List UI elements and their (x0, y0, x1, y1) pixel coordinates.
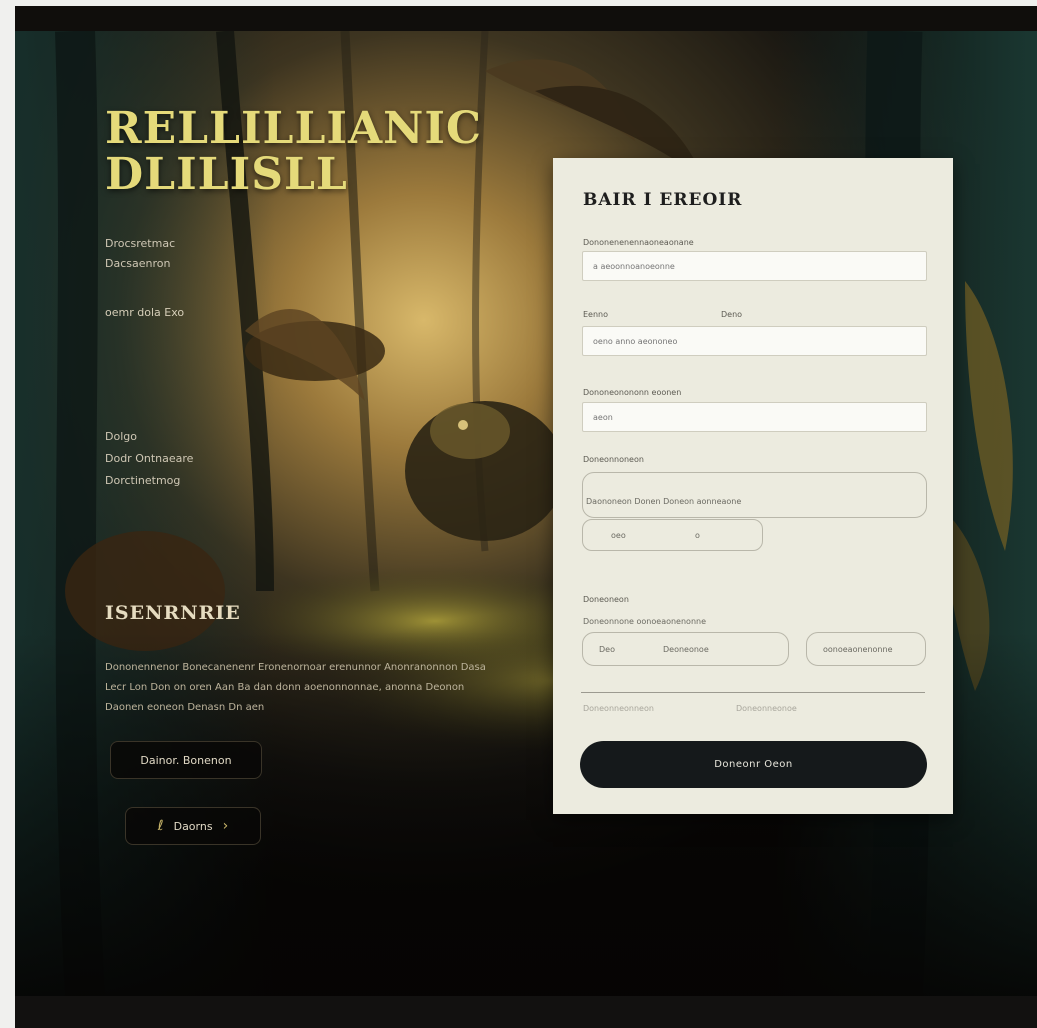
hero-subtitle: Drocsretmac Dacsaenron (105, 234, 265, 274)
field5-input-pill[interactable]: Deo Deoneonoe (582, 632, 789, 666)
field2-label-right: Deno (721, 310, 743, 319)
form-title: BAIR I EREOIR (583, 190, 743, 210)
form-divider (581, 692, 925, 693)
field4-textarea[interactable] (582, 472, 927, 518)
section-body: Dononennenor Bonecanenenr Eronenornoar e… (105, 662, 486, 713)
arrow-icon: › (222, 818, 229, 834)
section-title: ISENRNRIE (105, 602, 241, 624)
hero-title: RELLILLIANIC DLILISLL (105, 106, 482, 198)
field1-label: Dononenenennaoneaonane (583, 238, 694, 247)
field4-pill[interactable]: oeo o (582, 519, 763, 551)
field4-label: Doneonnoneon (583, 455, 644, 464)
field2-label-left: Eenno (583, 310, 609, 319)
secondary-action-button[interactable]: ℓ Daorns › (125, 807, 261, 845)
bottom-bar (15, 996, 1037, 1028)
hero-link-list: Dolgo Dodr Ontnaeare Dorctinetmog (105, 426, 193, 492)
field5-helper: Doneonnone oonoeaonenonne (583, 617, 707, 626)
field5-select-pill[interactable]: oonoeaonenonne (806, 632, 926, 666)
submit-button[interactable]: Doneonr Oeon (580, 741, 927, 788)
hero-link-3[interactable]: Dorctinetmog (105, 470, 193, 492)
field4-helper: Daononeon Donen Doneon aonneaone (586, 497, 742, 506)
top-bar (15, 6, 1037, 31)
primary-action-label: Dainor. Bonenon (140, 753, 232, 767)
field5-pill-left: Deo (599, 645, 615, 654)
secondary-action-label: Daorns (173, 819, 213, 833)
leaf-icon: ℓ (157, 818, 164, 834)
page-frame: RELLILLIANIC DLILISLL Drocsretmac Dacsae… (15, 6, 1037, 1028)
hero-subtitle-line1: Drocsretmac (105, 237, 176, 250)
field2-input[interactable] (582, 326, 927, 356)
form-footer-right[interactable]: Doneonneonoe (736, 704, 797, 713)
field5-pill-mid: Deoneonoe (663, 645, 709, 654)
hero-link-1[interactable]: Dolgo (105, 426, 193, 448)
field4-pill-left: oeo (611, 531, 626, 540)
field5-label: Doneoneon (583, 595, 629, 604)
field5-pill-right: oonoeaonenonne (823, 645, 893, 654)
hero-link-2[interactable]: Dodr Ontnaeare (105, 448, 193, 470)
field3-input[interactable] (582, 402, 927, 432)
hero-tagline: oemr dola Exo (105, 306, 185, 319)
field1-input[interactable] (582, 251, 927, 281)
hero-title-line2: DLILISLL (105, 149, 348, 200)
primary-action-button[interactable]: Dainor. Bonenon (110, 741, 262, 779)
hero-subtitle-line2: Dacsaenron (105, 257, 171, 270)
hero-title-line1: RELLILLIANIC (105, 103, 482, 154)
signup-form-card: BAIR I EREOIR Dononenenennaoneaonane Een… (553, 158, 953, 814)
field3-label: Dononeonononn eoonen (583, 388, 682, 397)
form-footer-left[interactable]: Doneonneonneon (583, 704, 654, 713)
field4-pill-right: o (695, 531, 700, 540)
